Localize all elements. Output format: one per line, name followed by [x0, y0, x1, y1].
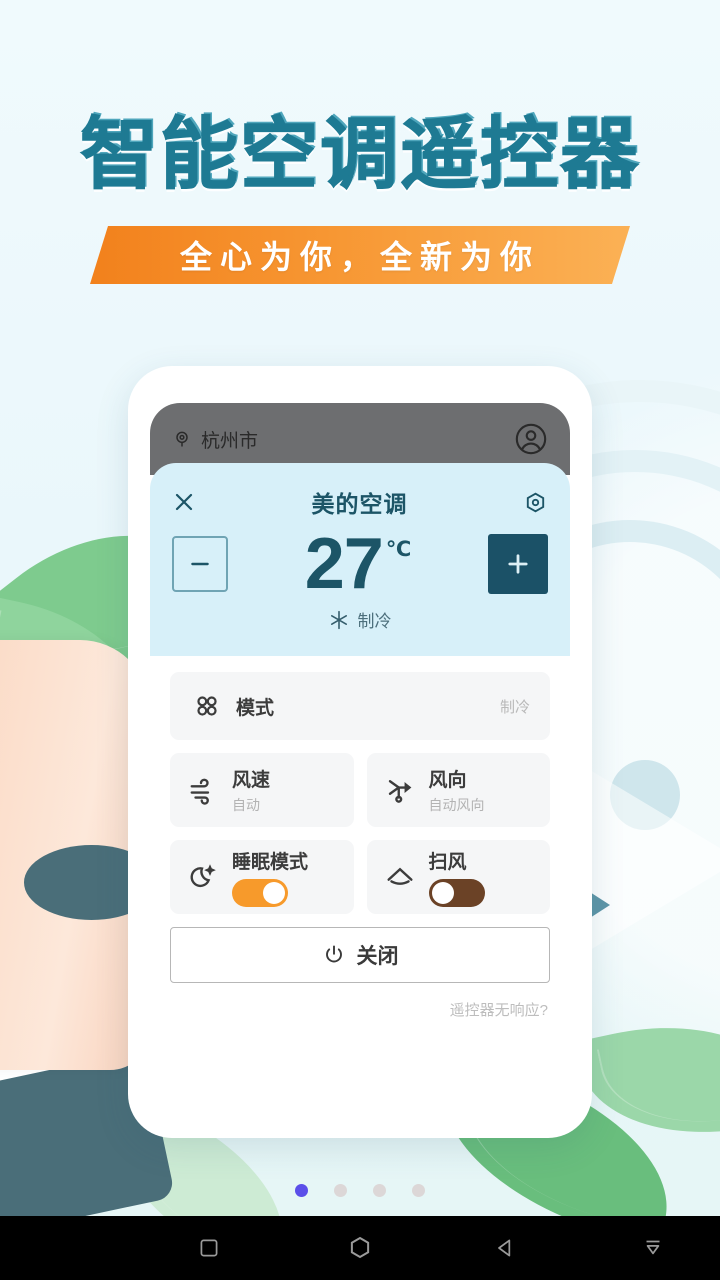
account-circle-icon[interactable] — [514, 422, 548, 456]
close-icon[interactable] — [172, 490, 196, 514]
power-icon — [322, 943, 346, 967]
fan-speed-icon — [186, 775, 220, 805]
android-navigation-bar — [0, 1216, 720, 1280]
moon-sleep-icon — [186, 862, 220, 892]
control-row-wind-direction[interactable]: 风向 自动风向 — [366, 753, 550, 828]
control-value: 制冷 — [499, 698, 530, 716]
control-label: 睡眠模式 — [232, 852, 309, 874]
control-subvalue: 自动风向 — [428, 797, 485, 814]
weathervane-icon — [383, 775, 417, 805]
temperature-display: 27 ℃ — [304, 524, 412, 604]
control-pair-fan: 风速 自动 风向 自动风向 — [170, 753, 550, 828]
page-title: 智能空调遥控器 — [79, 110, 640, 199]
climate-hero-panel: 美的空调 27 ℃ 制冷 — [150, 463, 570, 657]
subtitle-banner: 全心为你，全新为你 — [90, 226, 630, 284]
pager-dot-4[interactable] — [412, 1184, 425, 1197]
subtitle-banner-wrap: 全心为你，全新为你 — [0, 226, 720, 284]
control-label: 风向 — [428, 770, 467, 792]
control-label: 扫风 — [428, 852, 467, 874]
current-mode-label: 制冷 — [357, 612, 392, 632]
pager-dot-3[interactable] — [373, 1184, 386, 1197]
control-pair-toggles: 睡眠模式 扫风 — [170, 840, 550, 915]
temperature-row: 27 ℃ — [172, 524, 548, 604]
hexagon-home-icon[interactable] — [345, 1233, 375, 1263]
swing-wind-icon — [383, 861, 417, 893]
device-name: 美的空调 — [311, 491, 408, 517]
temperature-unit: ℃ — [385, 538, 412, 561]
pager-dot-1[interactable] — [295, 1184, 308, 1197]
target-settings-icon[interactable] — [523, 490, 548, 515]
control-label: 模式 — [236, 697, 275, 719]
control-row-swing[interactable]: 扫风 — [366, 840, 550, 915]
temperature-value: 27 — [304, 524, 384, 604]
location-label: 杭州市 — [201, 430, 259, 452]
control-row-sleep-mode[interactable]: 睡眠模式 — [170, 840, 354, 915]
temperature-decrease-button[interactable] — [172, 536, 228, 593]
snowflake-icon — [329, 610, 349, 630]
help-link[interactable]: 遥控器无响应? — [150, 983, 570, 1020]
swing-toggle[interactable] — [428, 879, 485, 908]
clover-mode-icon — [190, 692, 224, 720]
triangle-back-icon[interactable] — [492, 1235, 518, 1261]
toggle-knob — [431, 882, 454, 905]
temperature-increase-button[interactable] — [488, 534, 548, 595]
hide-keyboard-icon[interactable] — [640, 1235, 666, 1261]
control-list: 模式 制冷 风速 自动 风向 自动风向 睡眠模式 扫风 — [150, 656, 570, 915]
control-row-fan-speed[interactable]: 风速 自动 — [170, 753, 354, 828]
location-pin-icon — [172, 429, 192, 449]
sleep-mode-toggle[interactable] — [232, 879, 288, 908]
phone-screen: 杭州市 美的空调 27 ℃ 制冷 模式 制冷 风速 自动 风向 自动风向 睡眠模… — [150, 403, 570, 1093]
current-mode-indicator: 制冷 — [172, 607, 548, 632]
pager-dot-2[interactable] — [334, 1184, 347, 1197]
hero-top-bar: 美的空调 — [172, 479, 548, 525]
control-row-mode[interactable]: 模式 制冷 — [170, 672, 550, 741]
power-off-button[interactable]: 关闭 — [170, 927, 550, 984]
control-label: 风速 — [232, 770, 271, 792]
location-indicator[interactable]: 杭州市 — [172, 426, 258, 453]
power-button-label: 关闭 — [356, 945, 399, 969]
toggle-knob — [263, 882, 285, 905]
square-recents-icon[interactable] — [196, 1235, 222, 1261]
pager-dots — [0, 1184, 720, 1197]
control-subvalue: 自动 — [232, 797, 260, 814]
